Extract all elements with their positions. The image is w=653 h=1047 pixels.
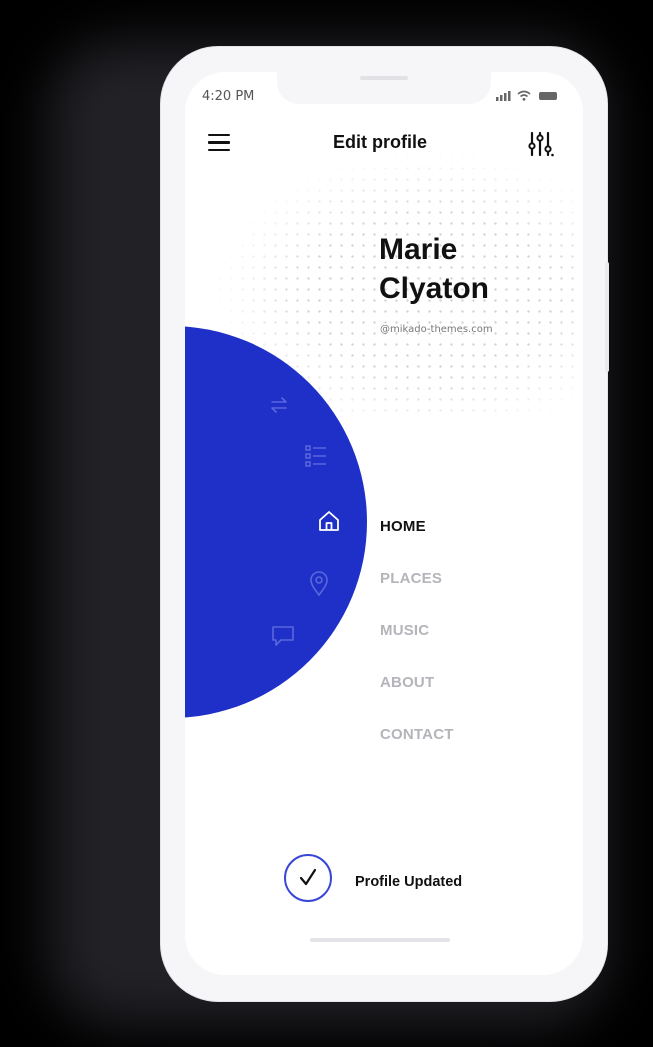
speaker-grille: [360, 76, 408, 80]
menu-item-home[interactable]: HOME: [380, 518, 426, 535]
home-icon[interactable]: [317, 509, 341, 533]
menu-item-contact[interactable]: CONTACT: [380, 726, 454, 743]
chat-icon[interactable]: [271, 624, 295, 648]
notch: [277, 72, 491, 104]
page-title: Edit profile: [333, 132, 427, 152]
user-last-name: Clyaton: [379, 272, 490, 305]
side-button-right: [605, 262, 609, 372]
battery-icon: [539, 91, 557, 100]
check-icon: [299, 868, 317, 886]
menu-item-music[interactable]: MUSIC: [380, 622, 429, 639]
swap-icon[interactable]: [267, 394, 291, 416]
status-icons: [495, 88, 557, 103]
list-icon[interactable]: [304, 444, 328, 468]
phone-screen: 4:20 PM Edit profile Marie Clyaton @mika…: [185, 72, 583, 975]
signal-icon: [495, 90, 511, 101]
location-pin-icon[interactable]: [308, 571, 330, 597]
check-circle: [284, 854, 332, 902]
hamburger-icon[interactable]: [208, 134, 230, 152]
menu-item-about[interactable]: ABOUT: [380, 674, 434, 691]
wifi-icon: [517, 90, 531, 101]
user-name: Marie Clyaton: [379, 230, 559, 308]
sliders-icon[interactable]: [528, 130, 554, 158]
user-handle: @mikado-themes.com: [380, 324, 493, 335]
menu-item-places[interactable]: PLACES: [380, 570, 442, 587]
status-time: 4:20 PM: [202, 89, 255, 104]
toast-message: Profile Updated: [355, 874, 463, 890]
user-first-name: Marie: [379, 233, 458, 266]
home-indicator: [310, 938, 450, 942]
